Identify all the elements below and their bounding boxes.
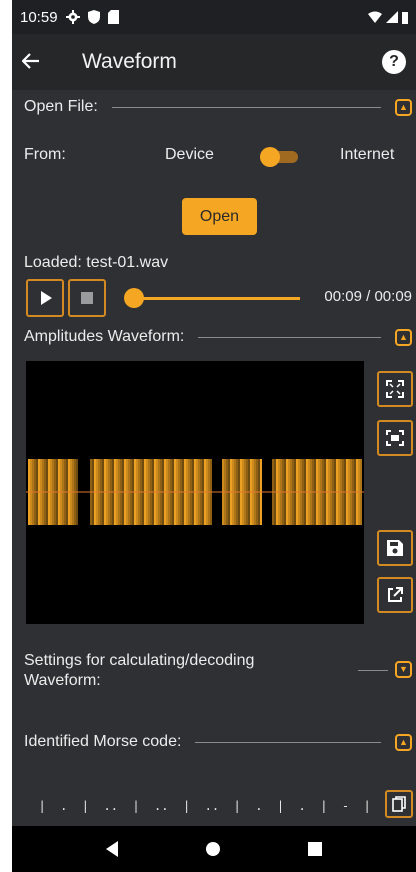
fullscreen-button[interactable] [377, 371, 413, 407]
divider [198, 336, 381, 338]
morse-code-text: | . | .. | .. | .. | . | . | - | .. | . … [24, 766, 384, 826]
waveform-canvas[interactable] [26, 361, 364, 624]
loaded-file-text: Loaded: test-01.wav [24, 254, 169, 271]
audio-player: 00:09 / 00:09 [24, 279, 416, 317]
shield-icon [87, 10, 100, 24]
collapse-open-file-button[interactable]: ▲ [395, 98, 412, 116]
nav-back-icon[interactable] [106, 841, 118, 857]
signal-icon [386, 11, 398, 23]
help-icon[interactable]: ? [382, 50, 406, 74]
from-label: From: [24, 146, 66, 163]
share-button[interactable] [377, 577, 413, 613]
open-external-icon [388, 587, 403, 602]
settings-gear-icon [65, 10, 80, 24]
morse-label: Identified Morse code: [24, 733, 182, 750]
playback-time: 00:09 / 00:09 [324, 288, 412, 305]
divider [111, 106, 381, 108]
morse-header: Identified Morse code: ▲ [24, 733, 416, 751]
morse-line: | . | .. | .. | .. | . | . | - | [24, 799, 371, 813]
source-toggle[interactable] [260, 147, 300, 167]
open-file-label: Open File: [24, 98, 98, 115]
device-option-label[interactable]: Device [165, 146, 214, 164]
fit-view-button[interactable] [377, 420, 413, 456]
settings-header: Settings for calculating/decoding Wavefo… [24, 651, 416, 691]
play-button[interactable] [26, 279, 64, 317]
divider [195, 741, 381, 743]
copy-icon [392, 796, 406, 812]
collapse-morse-button[interactable]: ▲ [395, 733, 412, 751]
phone-screen: 10:59 Waveform ? Open File: ▲ From: Devi… [12, 0, 416, 872]
waveform-plot [26, 459, 364, 525]
wifi-icon [368, 11, 382, 23]
internet-option-label[interactable]: Internet [340, 146, 394, 164]
play-icon [41, 291, 52, 305]
app-bar: Waveform ? [12, 34, 416, 90]
open-button[interactable]: Open [182, 198, 257, 235]
expand-settings-button[interactable]: ▼ [395, 661, 412, 678]
fullscreen-icon [386, 380, 404, 398]
back-arrow-icon[interactable] [21, 48, 60, 76]
fit-screen-icon [386, 430, 404, 446]
nav-recents-icon[interactable] [308, 842, 322, 856]
open-file-header: Open File: ▲ [24, 98, 416, 116]
stop-button[interactable] [68, 279, 106, 317]
system-nav-bar [12, 826, 416, 872]
save-button[interactable] [377, 530, 413, 566]
copy-button[interactable] [385, 790, 413, 818]
waveform-label: Amplitudes Waveform: [24, 328, 185, 345]
save-icon [387, 540, 403, 556]
nav-home-icon[interactable] [206, 842, 220, 856]
divider [358, 670, 388, 671]
battery-icon [402, 11, 408, 24]
sd-card-icon [107, 10, 119, 24]
settings-label: Settings for calculating/decoding Wavefo… [24, 652, 255, 689]
status-time: 10:59 [20, 8, 58, 26]
seek-slider[interactable] [124, 287, 300, 309]
collapse-waveform-button[interactable]: ▲ [395, 328, 412, 346]
status-bar: 10:59 [12, 0, 416, 34]
page-title: Waveform [82, 50, 177, 73]
stop-icon [81, 292, 93, 304]
waveform-header: Amplitudes Waveform: ▲ [24, 328, 416, 346]
